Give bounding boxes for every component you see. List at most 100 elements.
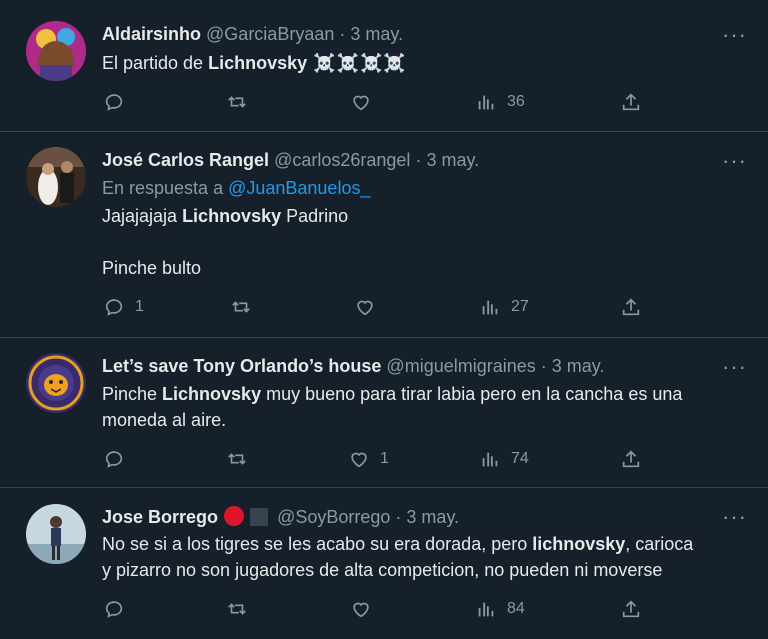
text-segment: Pinche <box>102 384 163 404</box>
tweet-text-line-1: No se si a los tigres se les acabo su er… <box>102 534 693 555</box>
tweet-text-line-2: y pizarro no son jugadores de alta compe… <box>102 560 663 580</box>
timestamp[interactable]: 3 may. <box>406 507 459 527</box>
tweet-header: Aldairsinho @GarciaBryaan · 3 may. <box>102 24 403 45</box>
heart-icon <box>351 452 367 468</box>
more-icon[interactable]: ··· <box>722 506 747 528</box>
action-bar: 84 <box>0 598 768 622</box>
reply-to-label: En respuesta a <box>102 178 229 198</box>
username[interactable]: @miguelmigraines <box>386 356 535 376</box>
action-bar: 1 74 <box>0 448 768 472</box>
reply-button[interactable]: 1 <box>103 296 144 318</box>
tweet-text-line-2: moneda al aire. <box>102 410 227 430</box>
text-segment: El partido de <box>102 53 209 73</box>
retweet-button[interactable] <box>226 598 258 620</box>
timestamp[interactable]: 3 may. <box>350 24 403 44</box>
avatar-image <box>26 504 86 564</box>
separator-dot: · <box>339 24 346 44</box>
views-count: 74 <box>511 450 529 467</box>
mention-link[interactable]: @JuanBanuelos_ <box>228 178 370 198</box>
username[interactable]: @carlos26rangel <box>274 150 410 170</box>
separator-dot: · <box>540 356 547 376</box>
heart-icon <box>353 95 369 111</box>
avatar[interactable] <box>26 21 86 81</box>
like-button[interactable] <box>350 91 382 113</box>
display-name[interactable]: Aldairsinho <box>102 24 201 44</box>
tweet-text-line-2: Pinche bulto <box>102 258 202 278</box>
share-button[interactable] <box>620 296 642 318</box>
reply-button[interactable] <box>103 448 135 470</box>
reply-button[interactable] <box>103 598 135 620</box>
tweet-header: Jose Borrego @SoyBorrego · 3 may. <box>102 506 459 528</box>
share-button[interactable] <box>620 91 642 113</box>
like-button[interactable] <box>354 296 386 318</box>
more-icon[interactable]: ··· <box>722 24 747 46</box>
reply-context: En respuesta a @JuanBanuelos_ <box>102 178 370 199</box>
red-circle-emoji <box>224 506 245 526</box>
more-icon[interactable]: ··· <box>722 356 747 378</box>
retweet-button[interactable] <box>226 448 258 470</box>
retweet-icon <box>228 603 246 615</box>
action-bar: 36 <box>0 91 768 115</box>
retweet-icon <box>228 453 246 465</box>
separator-dot: · <box>415 150 422 170</box>
keyword-bold: lichnovsky <box>532 534 626 554</box>
skull-emojis: ☠️☠️☠️☠️ <box>307 53 407 73</box>
avatar-image <box>26 353 86 413</box>
reply-button[interactable] <box>103 91 135 113</box>
reply-count: 1 <box>135 298 144 315</box>
share-icon <box>622 298 640 316</box>
retweet-button[interactable] <box>230 296 262 318</box>
tweet-header: José Carlos Rangel @carlos26rangel · 3 m… <box>102 150 479 171</box>
text-segment: No se si a los tigres se les acabo su er… <box>102 534 533 554</box>
keyword-bold: Lichnovsky <box>162 384 262 404</box>
reply-icon <box>105 299 123 316</box>
views-count: 36 <box>507 93 525 110</box>
share-button[interactable] <box>620 448 642 470</box>
share-button[interactable] <box>620 598 642 620</box>
avatar-image <box>26 21 86 81</box>
like-button[interactable] <box>350 598 382 620</box>
timestamp[interactable]: 3 may. <box>552 356 605 376</box>
timestamp[interactable]: 3 may. <box>426 150 479 170</box>
display-name[interactable]: Jose Borrego <box>102 507 218 527</box>
avatar[interactable] <box>26 353 86 413</box>
tweet-1[interactable]: Aldairsinho @GarciaBryaan · 3 may. ··· E… <box>0 0 768 132</box>
tweet-text: El partido de Lichnovsky ☠️☠️☠️☠️ <box>102 53 407 74</box>
display-name[interactable]: José Carlos Rangel <box>102 150 269 170</box>
tweet-4[interactable]: Jose Borrego @SoyBorrego · 3 may. ··· No… <box>0 488 768 639</box>
text-segment: , carioca <box>625 534 694 554</box>
reply-icon <box>105 94 123 111</box>
tweet-header: Let’s save Tony Orlando’s house @miguelm… <box>102 356 604 377</box>
display-name[interactable]: Let’s save Tony Orlando’s house <box>102 356 381 376</box>
tweet-text-line-1: Jajajajaja Lichnovsky Padrino <box>102 206 348 227</box>
separator-dot: · <box>395 507 402 527</box>
reply-icon <box>105 601 123 618</box>
like-count: 1 <box>380 450 389 467</box>
tweet-2[interactable]: José Carlos Rangel @carlos26rangel · 3 m… <box>0 132 768 338</box>
retweet-button[interactable] <box>226 91 258 113</box>
tweet-3[interactable]: Let’s save Tony Orlando’s house @miguelm… <box>0 338 768 488</box>
views-button[interactable]: 27 <box>479 296 529 318</box>
tweet-text-line-1: Pinche Lichnovsky muy bueno para tirar l… <box>102 384 682 405</box>
more-icon[interactable]: ··· <box>722 150 747 172</box>
views-button[interactable]: 74 <box>479 448 529 470</box>
views-button[interactable]: 36 <box>475 91 525 113</box>
views-count: 84 <box>507 600 525 617</box>
avatar[interactable] <box>26 147 86 207</box>
text-segment: Jajajajaja <box>102 206 183 226</box>
like-button[interactable]: 1 <box>348 448 389 470</box>
username[interactable]: @SoyBorrego <box>277 507 390 527</box>
views-icon <box>478 602 494 617</box>
views-icon <box>478 95 494 110</box>
avatar[interactable] <box>26 504 86 564</box>
views-count: 27 <box>511 298 529 315</box>
views-icon <box>482 300 498 315</box>
views-icon <box>482 452 498 467</box>
views-button[interactable]: 84 <box>475 598 525 620</box>
action-bar: 1 27 <box>0 296 768 320</box>
heart-icon <box>357 300 373 316</box>
username[interactable]: @GarciaBryaan <box>206 24 334 44</box>
share-icon <box>622 93 640 111</box>
black-square-emoji <box>250 508 269 526</box>
retweet-icon <box>228 96 246 108</box>
